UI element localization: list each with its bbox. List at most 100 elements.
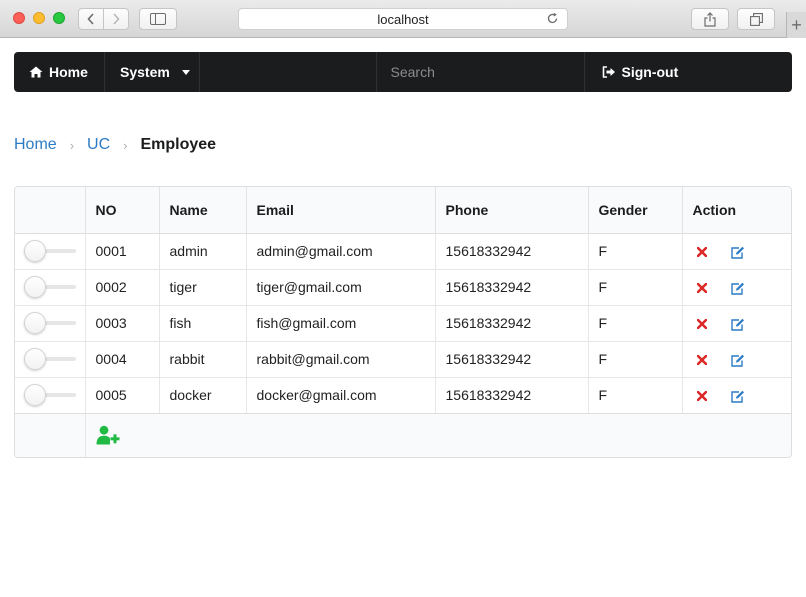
add-user-icon — [96, 426, 119, 445]
row-toggle[interactable] — [24, 312, 76, 334]
header-select — [15, 187, 85, 234]
cell-name: tiger — [158, 269, 246, 306]
cell-gender: F — [587, 233, 682, 270]
table-row: 0005 docker docker@gmail.com 15618332942… — [15, 377, 791, 414]
nav-home[interactable]: Home — [14, 52, 105, 92]
breadcrumb-current: Employee — [140, 136, 217, 153]
search-input[interactable] — [390, 64, 572, 80]
new-tab-button[interactable]: + — [786, 12, 806, 38]
url-text: localhost — [377, 11, 429, 27]
edit-button[interactable] — [731, 354, 745, 367]
row-toggle[interactable] — [24, 348, 76, 370]
cell-phone: 15618332942 — [434, 305, 588, 342]
edit-button[interactable] — [731, 246, 745, 259]
share-icon — [704, 11, 716, 27]
edit-icon — [731, 390, 745, 403]
nav-system-label: System — [120, 64, 170, 80]
header-name: Name — [158, 187, 246, 234]
window-close-button[interactable] — [13, 12, 25, 24]
cell-action — [681, 341, 791, 378]
employee-table: NO Name Email Phone Gender Action 0001 a… — [14, 186, 792, 458]
header-email: Email — [245, 187, 435, 234]
cell-no: 0002 — [84, 269, 159, 306]
edit-icon — [731, 318, 745, 331]
breadcrumb-home-link[interactable]: Home — [14, 136, 57, 154]
edit-icon — [731, 246, 745, 259]
row-select-cell — [15, 233, 85, 270]
delete-icon — [696, 247, 707, 258]
cell-email: docker@gmail.com — [245, 377, 435, 414]
row-toggle[interactable] — [24, 384, 76, 406]
cell-email: tiger@gmail.com — [245, 269, 435, 306]
address-bar[interactable]: localhost — [238, 8, 568, 30]
cell-no: 0005 — [84, 377, 159, 414]
caret-down-icon — [181, 69, 190, 75]
cell-no: 0003 — [84, 305, 159, 342]
cell-action — [681, 377, 791, 414]
toggle-knob — [24, 348, 46, 370]
reload-button[interactable] — [546, 12, 559, 28]
cell-email: rabbit@gmail.com — [245, 341, 435, 378]
toggle-knob — [24, 384, 46, 406]
cell-gender: F — [587, 341, 682, 378]
row-toggle[interactable] — [24, 240, 76, 262]
sign-out-icon — [602, 66, 615, 78]
delete-button[interactable] — [696, 355, 707, 366]
window-zoom-button[interactable] — [53, 12, 65, 24]
forward-button[interactable] — [103, 8, 129, 30]
add-user-button[interactable] — [96, 425, 120, 445]
cell-gender: F — [587, 269, 682, 306]
sign-out-button[interactable]: Sign-out — [585, 52, 793, 92]
breadcrumb: Home › UC › Employee — [14, 136, 216, 154]
show-tabs-button[interactable] — [737, 8, 775, 30]
cell-phone: 15618332942 — [434, 341, 588, 378]
cell-name: rabbit — [158, 341, 246, 378]
cell-name: docker — [158, 377, 246, 414]
table-row: 0001 admin admin@gmail.com 15618332942 F — [15, 233, 791, 270]
cell-name: admin — [158, 233, 246, 270]
home-icon — [29, 66, 43, 78]
chevron-left-icon — [87, 13, 94, 25]
edit-icon — [731, 354, 745, 367]
header-action: Action — [681, 187, 791, 234]
back-button[interactable] — [78, 8, 104, 30]
window-minimize-button[interactable] — [33, 12, 45, 24]
sidebar-icon — [150, 13, 166, 25]
delete-button[interactable] — [696, 283, 707, 294]
header-no: NO — [84, 187, 159, 234]
cell-action — [681, 233, 791, 270]
header-phone: Phone — [434, 187, 588, 234]
sidebar-toggle-button[interactable] — [139, 8, 177, 30]
cell-gender: F — [587, 377, 682, 414]
edit-button[interactable] — [731, 318, 745, 331]
share-button[interactable] — [691, 8, 729, 30]
footer-actions-cell — [84, 413, 791, 457]
table-footer-row — [15, 413, 791, 457]
toggle-knob — [24, 240, 46, 262]
edit-button[interactable] — [731, 282, 745, 295]
delete-icon — [696, 355, 707, 366]
edit-button[interactable] — [731, 390, 745, 403]
cell-action — [681, 305, 791, 342]
breadcrumb-separator-icon: › — [69, 137, 75, 153]
footer-blank-cell — [15, 413, 85, 457]
header-gender: Gender — [587, 187, 682, 234]
row-toggle[interactable] — [24, 276, 76, 298]
delete-icon — [696, 319, 707, 330]
chevron-right-icon — [113, 13, 120, 25]
toggle-knob — [24, 276, 46, 298]
table-row: 0004 rabbit rabbit@gmail.com 15618332942… — [15, 341, 791, 378]
cell-phone: 15618332942 — [434, 269, 588, 306]
plus-icon: + — [791, 14, 802, 35]
delete-button[interactable] — [696, 319, 707, 330]
delete-button[interactable] — [696, 391, 707, 402]
cell-email: fish@gmail.com — [245, 305, 435, 342]
delete-button[interactable] — [696, 247, 707, 258]
cell-gender: F — [587, 305, 682, 342]
row-select-cell — [15, 377, 85, 414]
reload-icon — [547, 12, 558, 24]
breadcrumb-uc-link[interactable]: UC — [87, 136, 110, 154]
cell-no: 0001 — [84, 233, 159, 270]
nav-system-dropdown[interactable]: System — [105, 52, 200, 92]
